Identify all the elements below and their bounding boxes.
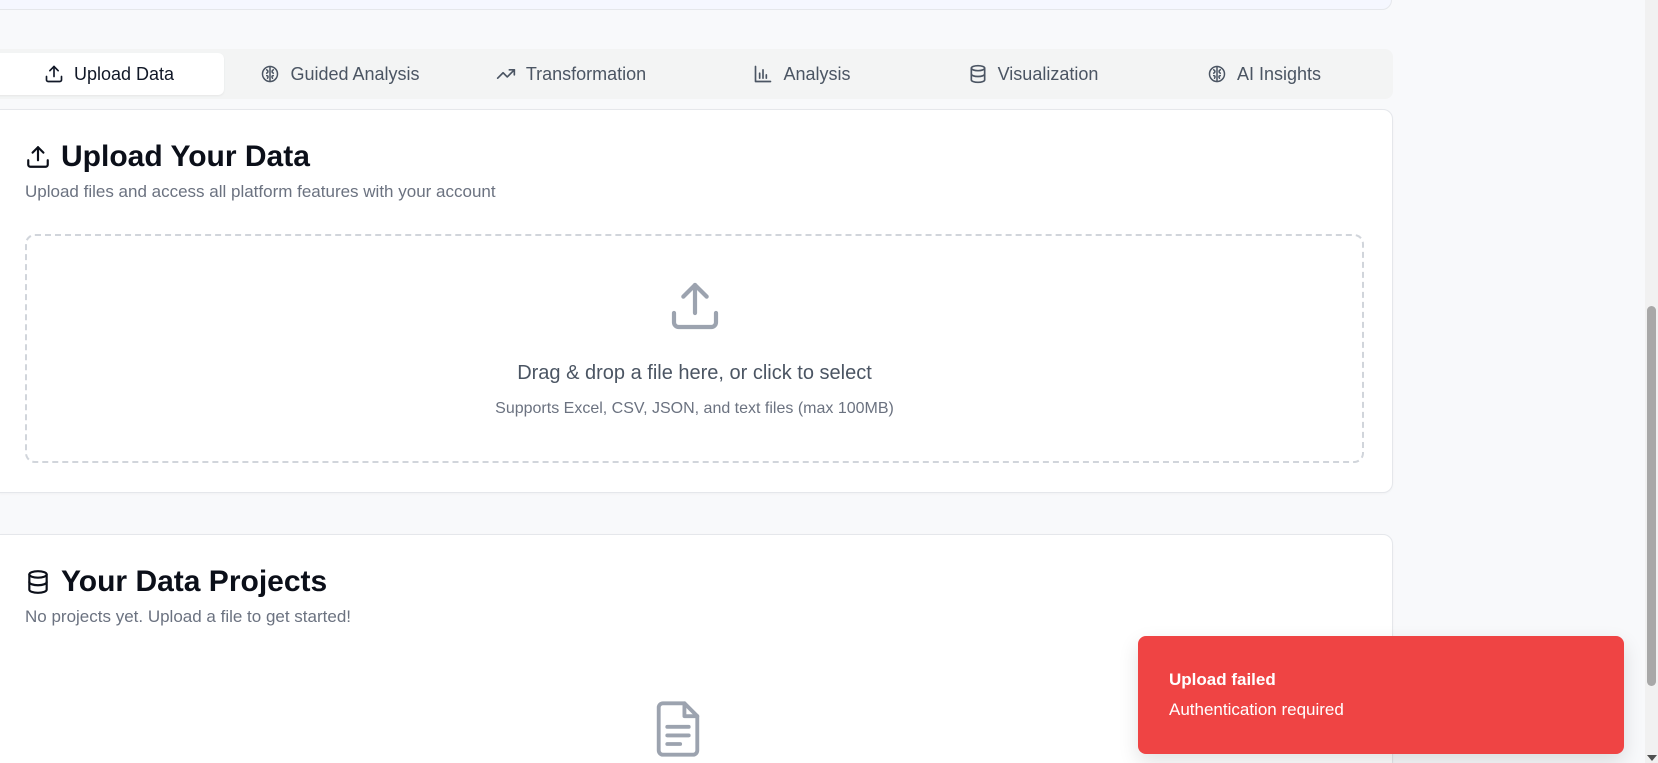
dropzone-hint: Supports Excel, CSV, JSON, and text file… bbox=[495, 400, 894, 417]
tab-transformation[interactable]: Transformation bbox=[456, 53, 686, 95]
file-text-icon bbox=[656, 701, 700, 757]
file-dropzone[interactable]: Drag & drop a file here, or click to sel… bbox=[25, 234, 1364, 463]
tab-label: Analysis bbox=[783, 63, 851, 84]
upload-icon bbox=[45, 65, 63, 83]
page-title: Upload Your Data bbox=[61, 140, 310, 173]
dropzone-text: Drag & drop a file here, or click to sel… bbox=[517, 362, 872, 384]
upload-card-title: Upload Your Data bbox=[25, 140, 310, 174]
tab-visualization[interactable]: Visualization bbox=[918, 53, 1148, 95]
database-icon bbox=[970, 64, 986, 84]
tab-label: AI Insights bbox=[1236, 63, 1322, 84]
previous-card-edge bbox=[0, 0, 1392, 10]
projects-card-title: Your Data Projects bbox=[25, 565, 327, 599]
error-toast[interactable]: Upload failed Authentication required bbox=[1138, 636, 1624, 754]
tab-ai-insights[interactable]: AI Insights bbox=[1149, 53, 1379, 95]
tab-label: Guided Analysis bbox=[290, 63, 420, 84]
trending-up-icon bbox=[496, 69, 515, 79]
upload-icon bbox=[27, 146, 49, 168]
bar-chart-icon bbox=[755, 65, 772, 83]
tab-label: Upload Data bbox=[73, 63, 175, 84]
scrollbar-thumb[interactable] bbox=[1647, 306, 1656, 686]
tab-analysis[interactable]: Analysis bbox=[687, 53, 917, 95]
brain-icon bbox=[262, 65, 279, 83]
toast-title: Upload failed bbox=[1169, 670, 1276, 689]
app-viewport: Upload Data Guided Analysis Transformati… bbox=[0, 0, 1658, 763]
projects-subtitle: No projects yet. Upload a file to get st… bbox=[25, 607, 352, 626]
tab-bar: Upload Data Guided Analysis Transformati… bbox=[0, 49, 1393, 99]
tab-upload-data[interactable]: Upload Data bbox=[0, 53, 224, 95]
upload-card: Upload Your Data Upload files and access… bbox=[0, 109, 1393, 493]
brain-icon bbox=[1208, 65, 1226, 83]
vertical-scrollbar[interactable] bbox=[1645, 0, 1658, 763]
toast-description: Authentication required bbox=[1169, 700, 1344, 719]
upload-icon bbox=[671, 282, 719, 330]
tab-guided-analysis[interactable]: Guided Analysis bbox=[225, 53, 455, 95]
upload-subtitle: Upload files and access all platform fea… bbox=[25, 182, 496, 201]
scroll-down-arrow[interactable] bbox=[1647, 755, 1657, 761]
tab-label: Transformation bbox=[525, 63, 647, 84]
tab-label: Visualization bbox=[997, 63, 1099, 84]
section-title: Your Data Projects bbox=[61, 565, 328, 598]
database-icon bbox=[28, 570, 48, 594]
